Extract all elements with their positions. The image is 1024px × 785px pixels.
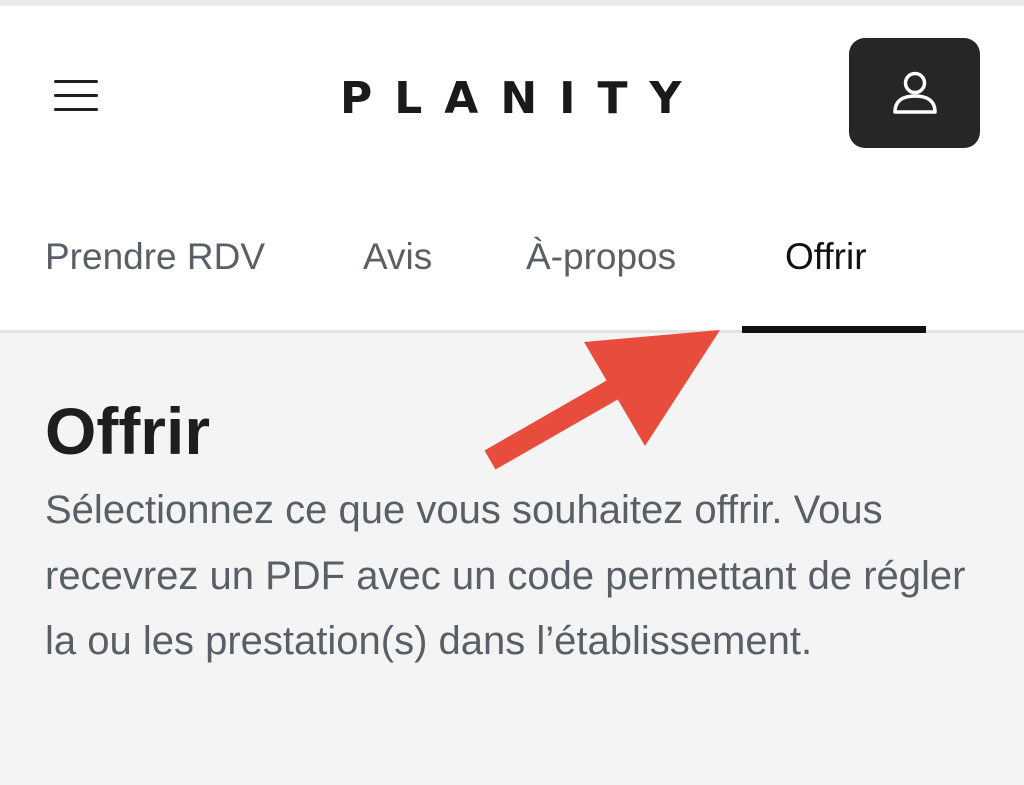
- user-icon: [892, 71, 937, 114]
- tab-offrir[interactable]: Offrir: [785, 236, 867, 278]
- account-button[interactable]: [849, 38, 980, 148]
- page-title: Offrir: [45, 394, 210, 468]
- red-arrow-annotation: [484, 330, 720, 470]
- tab-bar: Prendre RDV Avis À-propos Offrir: [0, 186, 1024, 333]
- page-description: Sélectionnez ce que vous souhaitez offri…: [45, 488, 966, 663]
- tab-prendre-rdv[interactable]: Prendre RDV: [45, 236, 265, 278]
- active-tab-indicator: [742, 326, 926, 333]
- tab-a-propos[interactable]: À-propos: [526, 236, 676, 278]
- hamburger-menu-icon[interactable]: [50, 72, 104, 120]
- brand-logo[interactable]: PLANITY: [340, 74, 684, 124]
- tab-avis[interactable]: Avis: [363, 236, 432, 278]
- app-header: PLANITY: [0, 6, 1024, 186]
